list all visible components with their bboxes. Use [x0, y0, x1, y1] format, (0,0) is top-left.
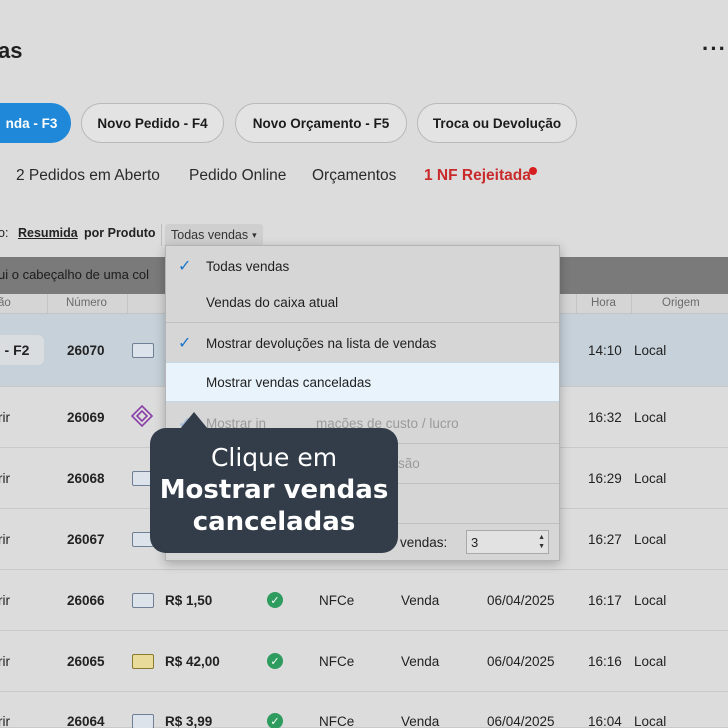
tooltip-arrow [180, 412, 208, 429]
row-origem: Local [634, 471, 667, 486]
row-hora: 14:10 [588, 343, 622, 358]
filter-label: o: [0, 226, 9, 240]
row-origem: Local [634, 410, 667, 425]
row-hora: 16:16 [588, 654, 622, 669]
row-origem: Local [634, 593, 667, 608]
row-hora: 16:04 [588, 714, 622, 728]
column-divider [576, 294, 577, 314]
column-divider [631, 294, 632, 314]
row-origem: Local [634, 654, 667, 669]
menu-item-todas-vendas[interactable]: ✓ Todas vendas [166, 246, 559, 286]
row-hora: 16:27 [588, 532, 622, 547]
menu-item-mostrar-devolucoes[interactable]: ✓ Mostrar devoluções na lista de vendas [166, 323, 559, 363]
tab-nf-rejeitada[interactable]: 1 NF Rejeitada [424, 167, 531, 185]
row-tipo: Venda [401, 714, 440, 728]
menu-item-vendas-caixa[interactable]: Vendas do caixa atual [166, 282, 559, 322]
row-data: 06/04/2025 [487, 714, 555, 728]
cash-icon [132, 654, 154, 669]
notification-dot [529, 167, 537, 175]
row-action-link[interactable]: rir [0, 714, 10, 728]
check-icon: ✓ [178, 335, 192, 352]
row-numero: 26068 [67, 471, 105, 486]
row-action-link[interactable]: rir [0, 532, 10, 547]
stepper-value: 3 [471, 534, 479, 550]
sales-filter-value: Todas vendas [171, 228, 249, 242]
row-nf: NFCe [319, 654, 355, 669]
row-nf: NFCe [319, 593, 355, 608]
row-action-link[interactable]: rir [0, 471, 10, 486]
row-data: 06/04/2025 [487, 654, 555, 669]
column-divider [127, 294, 128, 314]
credit-card-icon [132, 714, 154, 728]
menu-item-label: Mostrar devoluções na lista de vendas [206, 335, 437, 351]
row-tipo: Venda [401, 654, 440, 669]
filter-resumida[interactable]: Resumida [18, 226, 78, 240]
row-numero: 26067 [67, 532, 105, 547]
qtd-vendas-stepper[interactable]: 3 ▲ ▼ [466, 530, 549, 554]
qtd-vendas-label: vendas: [400, 535, 448, 550]
group-by-hint: ui o cabeçalho de uma col [0, 267, 150, 282]
ellipsis-icon[interactable]: ··· [702, 36, 727, 62]
row-action-button[interactable]: - F2 [0, 335, 44, 365]
row-origem: Local [634, 532, 667, 547]
row-action-link[interactable]: rir [0, 410, 10, 425]
row-nf: NFCe [319, 714, 355, 728]
row-action-link[interactable]: rir [0, 593, 10, 608]
novo-orcamento-button[interactable]: Novo Orçamento - F5 [235, 103, 407, 143]
row-numero: 26065 [67, 654, 105, 669]
tutorial-tooltip: Clique em Mostrar vendas canceladas [150, 428, 398, 553]
stepper-down-icon[interactable]: ▼ [538, 543, 545, 551]
row-valor: R$ 3,99 [165, 714, 213, 728]
row-hora: 16:32 [588, 410, 622, 425]
column-divider [47, 294, 48, 314]
menu-item-label: Vendas do caixa atual [206, 294, 339, 310]
tab-pedido-online[interactable]: Pedido Online [189, 167, 286, 185]
row-hora: 16:29 [588, 471, 622, 486]
sales-filter-select[interactable]: Todas vendas ▾ [165, 224, 263, 246]
row-tipo: Venda [401, 593, 440, 608]
credit-card-icon [132, 593, 154, 608]
row-hora: 16:17 [588, 593, 622, 608]
column-header-hora[interactable]: Hora [591, 297, 616, 309]
tab-pedidos-aberto[interactable]: 2 Pedidos em Aberto [16, 167, 160, 185]
row-valor: R$ 1,50 [165, 593, 213, 608]
pix-icon [131, 405, 153, 427]
menu-item-label: Mostrar vendas canceladas [206, 374, 372, 390]
row-data: 06/04/2025 [487, 593, 555, 608]
tooltip-line-1: Clique em [210, 443, 338, 472]
check-circle-icon: ✓ [267, 592, 283, 608]
row-numero: 26070 [67, 343, 105, 358]
filter-divider [161, 224, 162, 246]
row-action-link[interactable]: rir [0, 654, 10, 669]
check-icon: ✓ [178, 258, 192, 275]
column-header-origem[interactable]: Origem [662, 297, 700, 309]
page-title: as [0, 38, 23, 63]
tab-orcamentos[interactable]: Orçamentos [312, 167, 396, 185]
row-numero: 26064 [67, 714, 105, 728]
row-valor: R$ 42,00 [165, 654, 220, 669]
nova-venda-button[interactable]: nda - F3 [0, 103, 71, 143]
menu-item-mostrar-canceladas[interactable]: Mostrar vendas canceladas [166, 362, 559, 402]
novo-pedido-button[interactable]: Novo Pedido - F4 [81, 103, 224, 143]
stepper-up-icon[interactable]: ▲ [538, 534, 545, 542]
row-origem: Local [634, 343, 667, 358]
chevron-down-icon: ▾ [252, 229, 257, 240]
column-header-acao[interactable]: ão [0, 297, 11, 309]
filter-por-produto[interactable]: por Produto [84, 226, 156, 240]
tooltip-line-2: Mostrar vendas canceladas [159, 475, 389, 537]
check-circle-icon: ✓ [267, 653, 283, 669]
menu-item-label: Todas vendas [206, 258, 290, 274]
menu-item-label: são [398, 455, 420, 471]
column-header-numero[interactable]: Número [66, 297, 107, 309]
row-numero: 26069 [67, 410, 105, 425]
credit-card-icon [132, 343, 154, 358]
row-numero: 26066 [67, 593, 105, 608]
troca-devolucao-button[interactable]: Troca ou Devolução [417, 103, 577, 143]
row-origem: Local [634, 714, 667, 728]
check-circle-icon: ✓ [267, 713, 283, 728]
